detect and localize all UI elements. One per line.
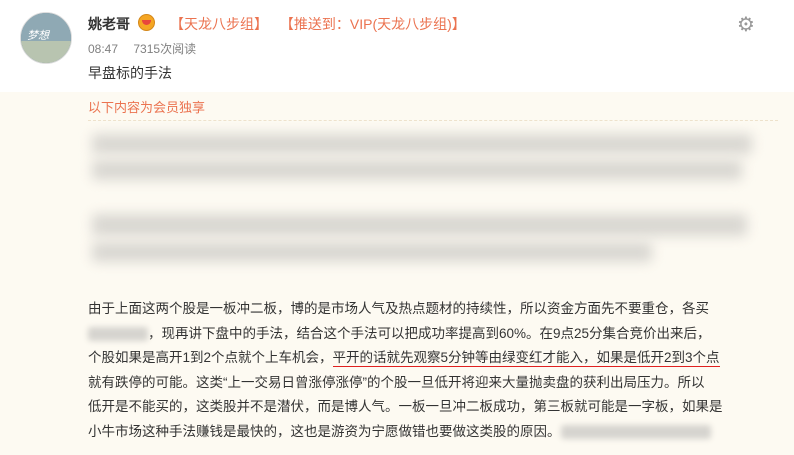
paragraph-line: 小牛市场这种手法赚钱是最快的，这也是游资为宁愿做错也要做这类股的原因。 <box>88 423 561 439</box>
blurred-text <box>92 134 752 154</box>
view-count: 7315次阅读 <box>133 42 197 56</box>
tag-pushed-to[interactable]: 【推送到：VIP(天龙八步组)】 <box>280 16 466 32</box>
article-paragraph: 由于上面这两个股是一板冲二板，博的是市场人气及热点题材的持续性，所以资金方面先不… <box>88 297 758 444</box>
post-time: 08:47 <box>88 42 119 56</box>
divider <box>88 120 778 121</box>
blurred-text <box>92 214 747 236</box>
tag-group[interactable]: 【天龙八步组】 <box>170 16 268 32</box>
post-summary: 早盘标的手法 <box>88 65 172 81</box>
blurred-text <box>92 160 742 180</box>
post-header: 梦想 姚老哥 【天龙八步组】 【推送到：VIP(天龙八步组)】 08:47 73… <box>0 0 794 92</box>
paragraph-line: ，现再讲下盘中的手法，结合这个手法可以把成功率提高到60%。在9点25分集合竞价… <box>148 325 711 341</box>
author-name[interactable]: 姚老哥 <box>88 14 130 34</box>
post-meta: 08:47 7315次阅读 <box>88 40 208 57</box>
member-only-notice: 以下内容为会员独享 <box>88 100 206 115</box>
gear-icon[interactable]: ⚙ <box>735 14 757 36</box>
blurred-text <box>92 242 652 262</box>
post-tags: 【天龙八步组】 【推送到：VIP(天龙八步组)】 <box>170 14 474 34</box>
paragraph-line: 就有跌停的可能。这类“上一交易日曾涨停涨停”的个股一旦低开将迎来大量抛卖盘的获利… <box>88 374 705 390</box>
paragraph-line: 低开是不能买的，这类股并不是潜伏，而是博人气。一板一旦冲二板成功，第三板就可能是… <box>88 399 723 414</box>
paragraph-line: 由于上面这两个股是一板冲二板，博的是市场人气及热点题材的持续性，所以资金方面先不… <box>88 301 709 316</box>
blurred-text <box>560 424 711 439</box>
paragraph-line: 个股如果是高开1到2个点就个上车机会， <box>88 350 333 365</box>
vip-badge-icon <box>138 14 155 31</box>
blurred-text <box>88 326 148 341</box>
highlighted-text: 平开的话就先观察5分钟等由绿变红才能入，如果是低开2到3个点 <box>332 350 720 367</box>
avatar[interactable]: 梦想 <box>20 12 72 64</box>
post-content: 以下内容为会员独享 由于上面这两个股是一板冲二板，博的是市场人气及热点题材的持续… <box>0 92 794 455</box>
avatar-text: 梦想 <box>27 29 49 42</box>
